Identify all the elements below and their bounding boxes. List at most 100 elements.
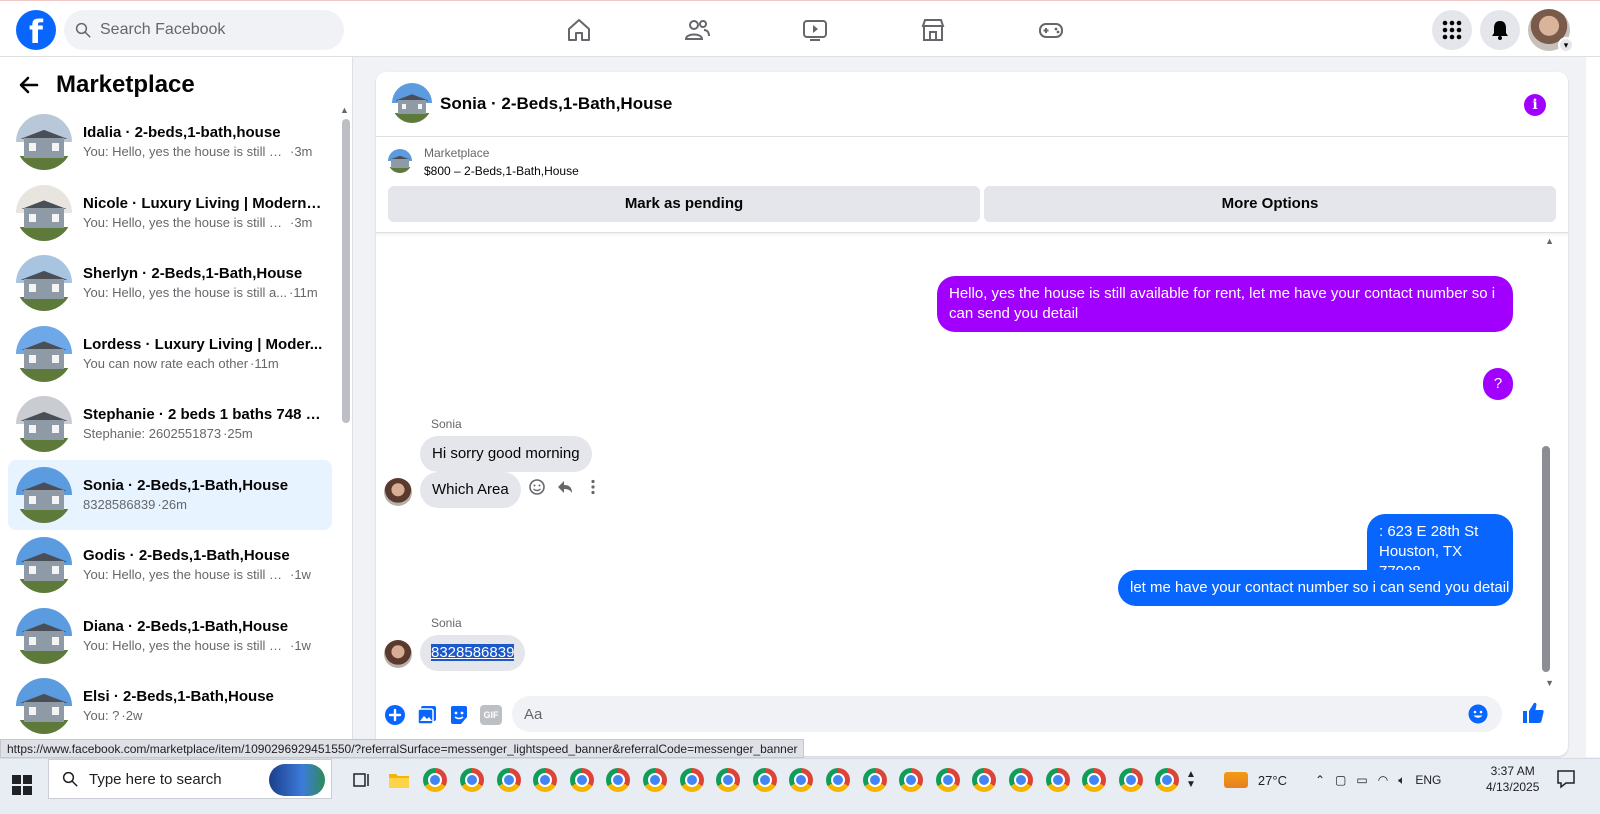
outgoing-message[interactable]: let me have your contact number so i can… [1118, 570, 1513, 606]
listing-thumbnail[interactable] [388, 149, 412, 173]
sender-avatar[interactable] [384, 478, 412, 506]
home-icon [568, 19, 590, 41]
profile-avatar[interactable]: ▾ [1528, 9, 1574, 53]
conversation-item[interactable]: Sonia · 2-Beds,1-Bath,House 8328586839 ·… [8, 459, 332, 530]
chrome-profile-button[interactable] [930, 763, 967, 797]
tray-chevron-icon[interactable]: ⌃ [1315, 773, 1325, 787]
conversation-snippet: You: Hello, yes the house is still av...… [83, 214, 323, 232]
chrome-profile-button[interactable] [600, 763, 637, 797]
volume-icon[interactable]: 🔈︎ [1398, 773, 1405, 788]
page-scrollbar[interactable] [1586, 57, 1600, 757]
wifi-icon[interactable]: ◠ [1378, 773, 1388, 787]
scroll-up-arrow[interactable]: ▲ [1545, 236, 1554, 246]
chrome-profile-button[interactable] [893, 763, 930, 797]
nav-marketplace[interactable] [874, 9, 992, 51]
chrome-profile-button[interactable] [783, 763, 820, 797]
message-input-box[interactable] [512, 696, 1502, 732]
nav-watch[interactable] [756, 9, 874, 51]
chat-avatar[interactable] [392, 83, 432, 123]
chrome-profile-button[interactable] [490, 763, 527, 797]
incoming-message[interactable]: Hi sorry good morning [420, 436, 592, 472]
battery-icon[interactable]: ▭ [1356, 773, 1367, 787]
chat-title[interactable]: Sonia · 2-Beds,1-Bath,House [440, 94, 672, 114]
notifications-button[interactable] [1480, 10, 1520, 50]
incoming-message[interactable]: Which Area [420, 472, 521, 508]
chrome-profile-button[interactable] [417, 763, 454, 797]
sticker-icon[interactable] [448, 704, 470, 726]
outgoing-message[interactable]: Hello, yes the house is still available … [937, 276, 1513, 332]
chrome-profile-button[interactable] [673, 763, 710, 797]
conversation-item[interactable]: Lordess · Luxury Living | Moder... You c… [8, 319, 332, 390]
taskbar-clock[interactable]: 3:37 AM 4/13/2025 [1486, 763, 1539, 795]
more-vertical-icon[interactable] [584, 478, 602, 496]
chrome-profile-button[interactable] [966, 763, 1003, 797]
taskbar-search[interactable] [48, 759, 332, 799]
facebook-logo[interactable]: f [16, 10, 56, 50]
thread-scrollbar[interactable] [1542, 446, 1550, 672]
conversation-item[interactable]: Sherlyn · 2-Beds,1-Bath,House You: Hello… [8, 248, 332, 319]
chrome-profile-button[interactable] [820, 763, 857, 797]
windows-start-icon[interactable] [12, 775, 32, 795]
reply-icon[interactable] [556, 478, 574, 496]
chrome-profile-button[interactable] [454, 763, 491, 797]
gif-icon[interactable]: GIF [480, 705, 502, 725]
photo-gallery-icon[interactable] [416, 704, 438, 726]
chrome-profile-button[interactable] [1039, 763, 1076, 797]
listing-price[interactable]: $800 – 2-Beds,1-Bath,House [424, 164, 579, 178]
more-options-button[interactable]: More Options [984, 186, 1556, 222]
conversation-item[interactable]: Stephanie · 2 beds 1 baths 748 s... Step… [8, 389, 332, 460]
chrome-profile-button[interactable] [1112, 763, 1149, 797]
weather-icon[interactable] [1223, 772, 1248, 788]
notification-center-icon[interactable] [1556, 769, 1576, 789]
chrome-profile-button[interactable] [564, 763, 601, 797]
chrome-profile-button[interactable] [1149, 763, 1186, 797]
task-view-button[interactable] [344, 763, 381, 797]
scroll-up-arrow[interactable]: ▲ [340, 105, 349, 115]
chrome-profile-button[interactable] [527, 763, 564, 797]
conversation-text: Diana · 2-Beds,1-Bath,House You: Hello, … [83, 617, 323, 655]
temperature[interactable]: 27°C [1258, 773, 1287, 788]
language-indicator[interactable]: ENG [1415, 773, 1441, 787]
meet-icon[interactable]: ▢ [1335, 773, 1346, 787]
chrome-profile-button[interactable] [856, 763, 893, 797]
snippet-text: You can now rate each other [83, 355, 249, 371]
outgoing-message[interactable]: ? [1483, 368, 1513, 400]
conversation-item[interactable]: Elsi · 2-Beds,1-Bath,House You: ? ·2w [8, 671, 332, 742]
message-input[interactable] [524, 705, 1454, 723]
chrome-icon [679, 768, 704, 792]
chrome-profile-button[interactable] [747, 763, 784, 797]
scroll-down-arrow[interactable]: ▼ [1545, 678, 1554, 688]
conversation-item[interactable]: Nicole · Luxury Living | Modern ... You:… [8, 178, 332, 249]
incoming-message[interactable]: 8328586839 [420, 635, 526, 671]
windows-taskbar: ▲▼ 27°C ⌃ ▢ ▭ ◠ 🔈︎ ENG 3:37 AM 4/13/2025 [0, 758, 1600, 814]
chrome-profile-button[interactable] [710, 763, 747, 797]
nav-friends[interactable] [638, 9, 756, 51]
conversation-item[interactable]: Idalia · 2-beds,1-bath,house You: Hello,… [8, 107, 332, 178]
chevron-up-down-icon[interactable]: ▲ ▼ [1186, 770, 1196, 790]
chrome-profile-button[interactable] [637, 763, 674, 797]
nav-gaming[interactable] [992, 9, 1110, 51]
chrome-profile-button[interactable] [1076, 763, 1113, 797]
selected-phone-number[interactable]: 8328586839 [431, 644, 515, 661]
back-arrow-icon[interactable] [18, 74, 40, 96]
search-input[interactable] [100, 21, 330, 39]
emoji-icon[interactable] [1468, 704, 1488, 724]
chrome-icon [972, 768, 997, 792]
sidebar-scrollbar[interactable] [342, 119, 350, 423]
thumbs-up-icon[interactable] [1520, 700, 1546, 726]
chrome-profile-button[interactable] [1003, 763, 1040, 797]
nav-home[interactable] [520, 9, 638, 51]
snippet-text: 8328586839 [83, 496, 156, 512]
chevron-down-icon: ▾ [1558, 37, 1574, 53]
search-box[interactable] [64, 10, 344, 50]
sender-avatar[interactable] [384, 640, 412, 668]
mark-as-pending-button[interactable]: Mark as pending [388, 186, 980, 222]
react-emoji-icon[interactable] [528, 478, 546, 496]
info-icon[interactable]: i [1524, 94, 1546, 116]
menu-button[interactable] [1432, 10, 1472, 50]
conversation-item[interactable]: Diana · 2-Beds,1-Bath,House You: Hello, … [8, 601, 332, 672]
taskbar-search-input[interactable] [89, 770, 259, 788]
conversation-item[interactable]: Godis · 2-Beds,1-Bath,House You: Hello, … [8, 530, 332, 601]
plus-circle-icon[interactable] [384, 704, 406, 726]
file-explorer-button[interactable] [381, 763, 418, 797]
